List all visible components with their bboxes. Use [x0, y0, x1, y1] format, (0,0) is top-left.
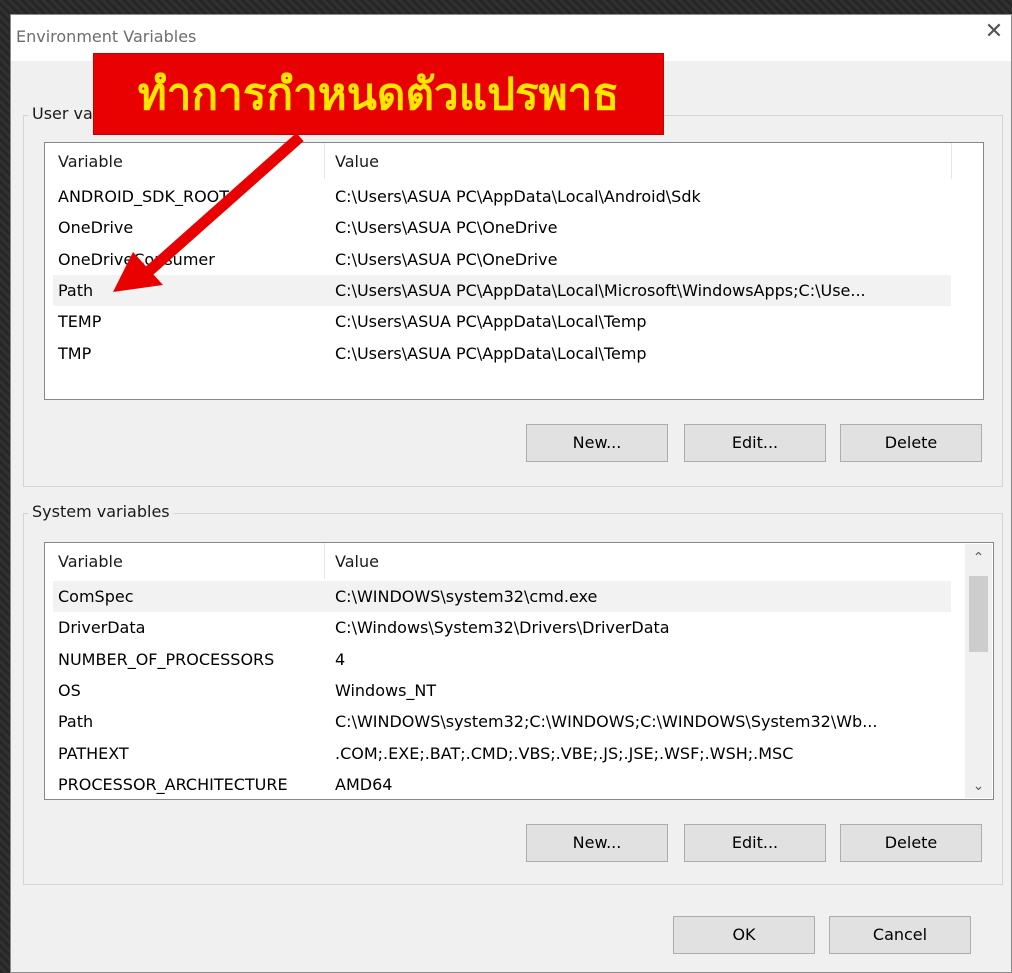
annotation-arrow-icon: [113, 132, 304, 292]
